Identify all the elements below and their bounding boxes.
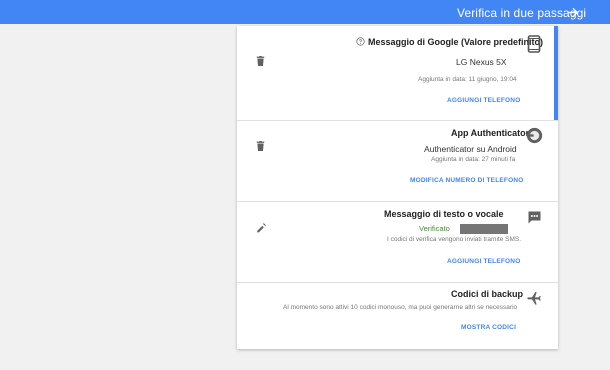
two-step-options-card: Messaggio di Google (Valore predefinito)… xyxy=(237,26,558,349)
edit-icon[interactable] xyxy=(256,223,266,233)
authenticator-added-date: Aggiunta in data: 27 minuti fa xyxy=(431,156,516,163)
google-prompt-device: LG Nexus 5X xyxy=(456,57,507,67)
authenticator-icon xyxy=(526,127,543,144)
add-phone-button[interactable]: AGGIUNGI TELEFONO xyxy=(447,97,520,104)
sms-voice-title: Messaggio di testo o vocale xyxy=(384,209,504,219)
top-app-bar: Verifica in due passaggi xyxy=(0,0,610,24)
delete-icon[interactable] xyxy=(256,56,265,66)
verified-status: Verificato xyxy=(419,224,450,233)
backup-codes-description: Al momento sono attivi 10 codici monouso… xyxy=(283,304,518,311)
masked-phone-number xyxy=(460,224,508,234)
add-phone-button[interactable]: AGGIUNGI TELEFONO xyxy=(447,258,520,265)
airplane-icon xyxy=(527,292,541,305)
section-divider xyxy=(237,201,558,202)
authenticator-title: App Authenticator xyxy=(451,128,530,138)
help-icon[interactable] xyxy=(356,37,365,46)
backup-codes-title: Codici di backup xyxy=(451,289,524,299)
show-codes-button[interactable]: MOSTRA CODICI xyxy=(461,324,516,331)
google-prompt-added-date: Aggiunta in data: 11 giugno, 19:04 xyxy=(418,76,517,83)
message-icon xyxy=(528,211,541,224)
google-prompt-title: Messaggio di Google (Valore predefinito) xyxy=(368,37,544,47)
phone-icon xyxy=(527,35,541,53)
delete-icon[interactable] xyxy=(256,141,265,151)
authenticator-device: Authenticator su Android xyxy=(424,144,517,154)
section-divider xyxy=(237,282,558,283)
section-divider xyxy=(237,120,558,121)
selected-accent-bar xyxy=(554,26,558,120)
sms-voice-description: I codici di verifica vengono inviati tra… xyxy=(387,236,522,243)
edit-phone-number-button[interactable]: MODIFICA NUMERO DI TELEFONO xyxy=(410,177,524,184)
arrow-icon[interactable] xyxy=(565,5,580,20)
